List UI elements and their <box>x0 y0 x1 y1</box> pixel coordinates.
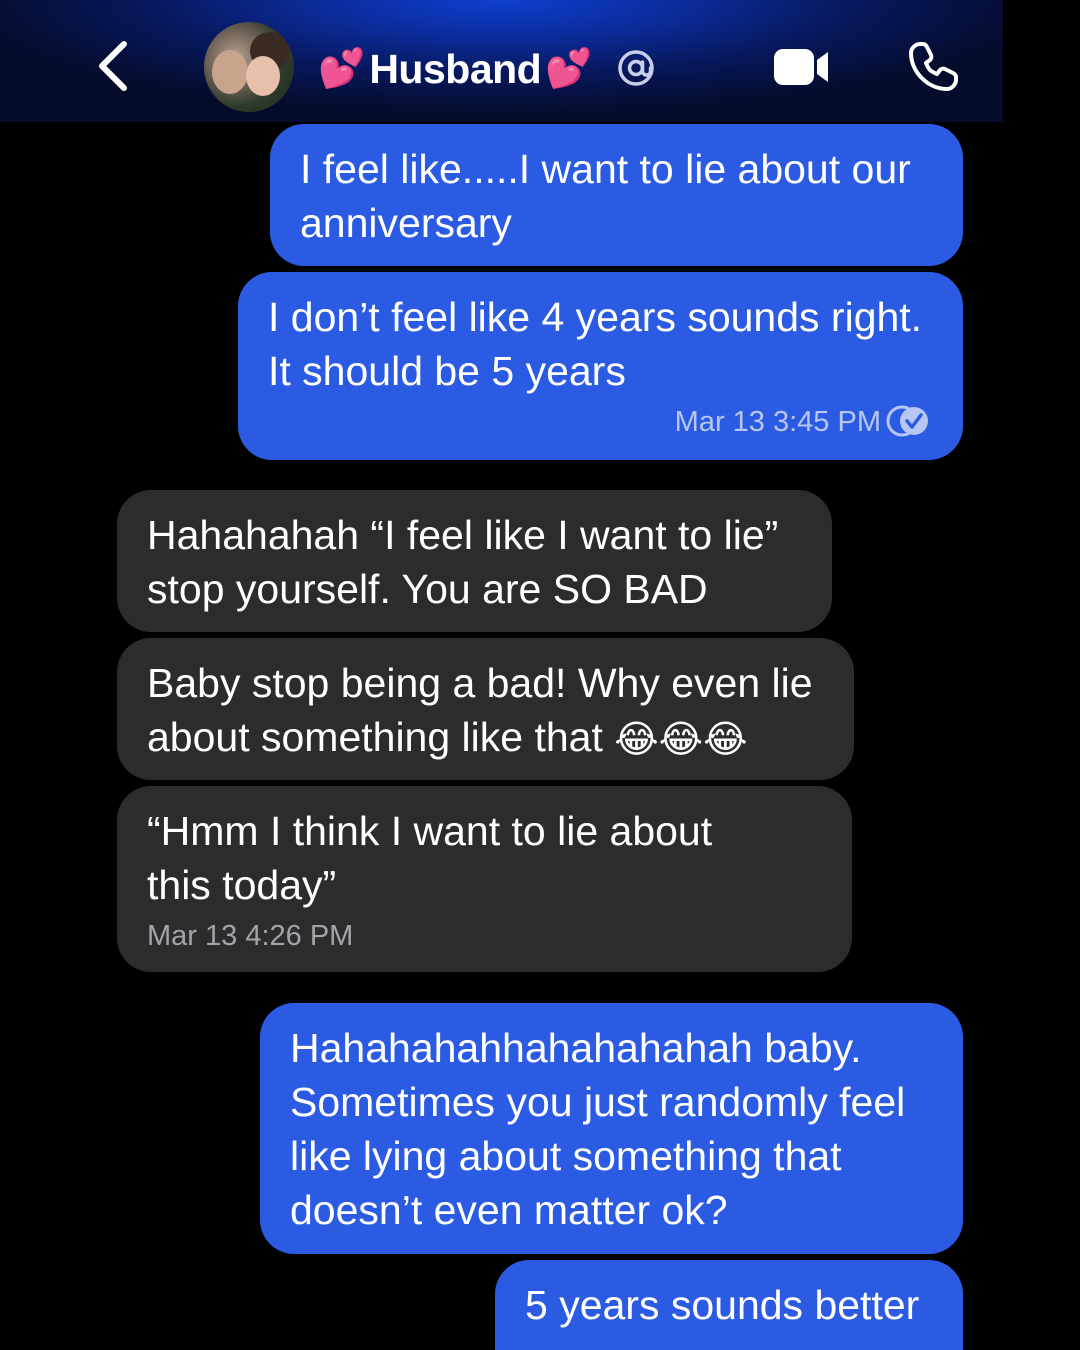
message-bubble-sent[interactable]: Hahahahahhahahahahah baby. Sometimes you… <box>260 1003 963 1254</box>
message-text: stop yourself. You are SO BAD <box>147 566 708 612</box>
message-text: Sometimes you just randomly feel <box>290 1079 906 1125</box>
message-bubble-sent[interactable]: 5 years sounds better <box>495 1260 963 1350</box>
laughing-emoji: 😂😂😂 <box>614 719 748 762</box>
message-text: Hahahahahhahahahahah baby. <box>290 1025 862 1071</box>
message-text: anniversary <box>300 200 512 246</box>
heart-emoji-left: 💕 <box>318 48 366 90</box>
message-text: 5 years sounds better <box>525 1282 920 1328</box>
message-text: It should be 5 years <box>268 348 626 394</box>
message-text: Baby stop being a bad! Why even lie <box>147 660 813 706</box>
at-mention-icon[interactable] <box>616 48 656 88</box>
message-text: like lying about something that <box>290 1133 842 1179</box>
video-call-icon[interactable] <box>772 46 830 88</box>
message-text: “Hmm I think I want to lie about <box>147 808 713 854</box>
message-bubble-sent[interactable]: I feel like.....I want to lie about our … <box>270 124 963 266</box>
chat-header: 💕 Husband 💕 <box>0 0 1003 122</box>
phone-call-icon[interactable] <box>906 40 960 94</box>
message-text: about something like that <box>147 714 603 760</box>
back-arrow-icon[interactable] <box>92 38 136 94</box>
message-bubble-sent[interactable]: I don’t feel like 4 years sounds right. … <box>238 272 963 460</box>
message-bubble-received[interactable]: Hahahahah “I feel like I want to lie” st… <box>117 490 832 632</box>
message-text: doesn’t even matter ok? <box>290 1187 728 1233</box>
message-text: I feel like.....I want to lie about our <box>300 146 911 192</box>
heart-emoji-right: 💕 <box>545 48 593 90</box>
timestamp-text: Mar 13 3:45 PM <box>674 406 881 438</box>
contact-title[interactable]: 💕 Husband 💕 <box>318 44 593 94</box>
contact-avatar[interactable] <box>204 22 294 112</box>
message-bubble-received[interactable]: Baby stop being a bad! Why even lie abou… <box>117 638 854 780</box>
message-timestamp: Mar 13 4:26 PM <box>147 920 354 952</box>
read-receipt-check-icon <box>886 405 928 437</box>
message-timestamp: Mar 13 3:45 PM <box>268 404 933 440</box>
contact-name: Husband <box>369 45 542 92</box>
message-text: I don’t feel like 4 years sounds right. <box>268 294 923 340</box>
message-bubble-received[interactable]: “Hmm I think I want to lie about this to… <box>117 786 852 972</box>
message-text: Hahahahah “I feel like I want to lie” <box>147 512 779 558</box>
message-text: this today” <box>147 862 337 908</box>
